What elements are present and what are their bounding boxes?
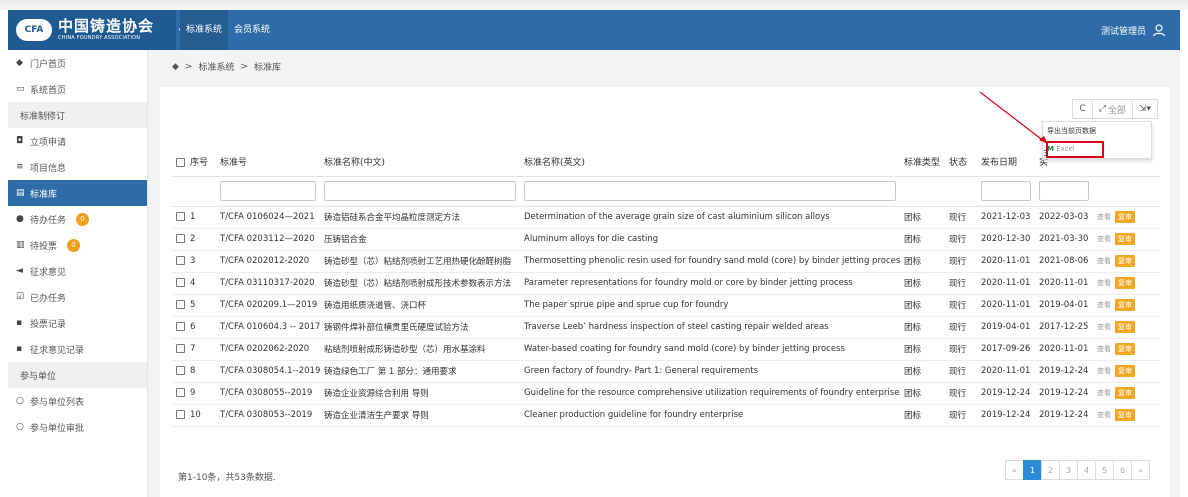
sidebar-item-10[interactable]: ▪ 投票记录: [8, 310, 147, 336]
sidebar-item-label: 参与单位列表: [30, 397, 85, 408]
sidebar-item-3[interactable]: ◘ 立项申请: [8, 128, 147, 154]
sidebar-item-0[interactable]: ◆ 门户首页: [8, 50, 147, 76]
sidebar-item-label: 待办任务: [30, 215, 67, 226]
top-header: CFA 中国铸造协会 CHINA FOUNDRY ASSOCIATION « 标…: [8, 10, 1180, 50]
sidebar-item-label: 征求意见: [30, 267, 67, 278]
breadcrumb-item-standards-library: 标准库: [254, 63, 282, 73]
sidebar-item-label: 待投票: [30, 241, 58, 252]
home-icon[interactable]: ◆: [172, 62, 179, 72]
sidebar-item-label: 标准制修订: [20, 111, 66, 122]
table-panel: C ⤢ 全部 ⇲ ▾ 序号 标准号 标准名称(中文) 标准名称(英文) 标准类型…: [160, 87, 1170, 497]
sidebar-item-5[interactable]: ▤ 标准库: [8, 180, 147, 206]
logo[interactable]: CFA 中国铸造协会 CHINA FOUNDRY ASSOCIATION: [8, 10, 176, 50]
book-icon: ▤: [16, 188, 25, 198]
window-top-edge: [0, 0, 1188, 10]
sidebar-item-label: 项目信息: [30, 163, 67, 174]
sidebar-item-label: 标准库: [30, 189, 58, 200]
sidebar-item-6[interactable]: ● 待办任务 0: [8, 206, 147, 232]
send-icon: ◄: [16, 266, 23, 276]
sidebar-item-8[interactable]: ◄ 征求意见: [8, 258, 147, 284]
breadcrumb-separator: >: [240, 61, 249, 72]
top-nav-members[interactable]: 会员系统: [228, 10, 276, 50]
breadcrumb: ◆ > 标准系统 > 标准库: [172, 60, 287, 74]
sidebar-group-2: 标准制修订: [8, 102, 147, 128]
logo-mark-icon: CFA: [16, 19, 52, 41]
list-icon: ≡: [16, 162, 24, 172]
info-icon: ●: [16, 214, 24, 224]
sidebar-item-label: 门户首页: [30, 59, 67, 70]
user-menu[interactable]: 测试管理员: [1101, 10, 1166, 50]
sidebar-item-13[interactable]: ○ 参与单位列表: [8, 388, 147, 414]
logo-subtitle: CHINA FOUNDRY ASSOCIATION: [58, 35, 141, 41]
circle-icon: ○: [16, 396, 24, 406]
sidebar-item-7[interactable]: ▥ 待投票 0: [8, 232, 147, 258]
sidebar-item-14[interactable]: ○ 参与单位审批: [8, 414, 147, 440]
sidebar-item-1[interactable]: ▭ 系统首页: [8, 76, 147, 102]
sidebar-item-4[interactable]: ≡ 项目信息: [8, 154, 147, 180]
doc-icon: ▪: [16, 318, 23, 328]
user-name: 测试管理员: [1100, 26, 1146, 37]
user-icon: [1152, 24, 1166, 37]
top-nav: 标准系统 会员系统: [180, 10, 276, 50]
breadcrumb-item-standards-system[interactable]: 标准系统: [198, 60, 234, 73]
app-window: CFA 中国铸造协会 CHINA FOUNDRY ASSOCIATION « 标…: [8, 10, 1180, 497]
sidebar-item-11[interactable]: ▪ 征求意见记录: [8, 336, 147, 362]
sidebar-item-label: 系统首页: [30, 85, 67, 96]
sidebar: ◆ 门户首页 ▭ 系统首页标准制修订 ◘ 立项申请 ≡ 项目信息 ▤ 标准库 ● 待办任务 0 ▥ 待投票 0…: [8, 50, 148, 497]
file-icon: ◘: [16, 136, 24, 146]
breadcrumb-separator: >: [184, 61, 193, 72]
count-badge: 0: [67, 238, 81, 252]
monitor-icon: ▭: [16, 84, 25, 94]
bar-chart-icon: ▥: [16, 240, 25, 250]
main-content: ◆ > 标准系统 > 标准库 C ⤢ 全部 ⇲ ▾ 序号 标准号 标准名称(中文…: [148, 50, 1180, 497]
circle-icon: ○: [16, 422, 24, 432]
sidebar-group-12: 参与单位: [8, 362, 147, 388]
sidebar-item-9[interactable]: ☑ 已办任务: [8, 284, 147, 310]
doc-icon: ▪: [16, 344, 23, 354]
sidebar-item-label: 已办任务: [30, 293, 67, 304]
sidebar-item-label: 参与单位审批: [30, 423, 85, 434]
sidebar-item-label: 征求意见记录: [30, 345, 85, 356]
sidebar-item-label: 立项申请: [30, 137, 67, 148]
logo-title: 中国铸造协会: [58, 17, 155, 35]
sidebar-item-label: 投票记录: [30, 319, 67, 330]
home-icon: ◆: [16, 58, 23, 68]
count-badge: 0: [76, 212, 90, 226]
check-icon: ☑: [16, 292, 25, 302]
top-nav-standards[interactable]: 标准系统: [180, 10, 229, 50]
annotation-arrow-icon: [979, 91, 1048, 144]
sidebar-item-label: 参与单位: [20, 371, 57, 382]
